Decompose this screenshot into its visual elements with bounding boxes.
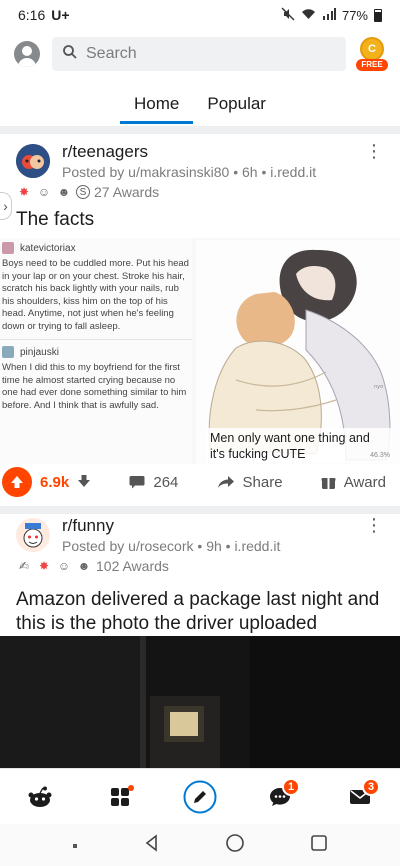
share-button[interactable]: Share (217, 474, 283, 491)
nav-communities[interactable] (98, 775, 142, 819)
upvote-arrow-icon (11, 476, 23, 488)
award-icon: ☺ (37, 185, 51, 199)
awards-count: 27 Awards (94, 184, 160, 200)
tweet-username: katevictoriax (20, 242, 76, 254)
share-label: Share (242, 473, 283, 491)
awards-row[interactable]: ✸ ☺ ☻ S 27 Awards (0, 184, 400, 200)
award-icon: ✸ (18, 185, 30, 199)
battery-icon (374, 8, 382, 22)
award-icon: ☻ (57, 185, 71, 199)
signal-icon (322, 7, 336, 23)
gift-icon (321, 477, 336, 489)
post-card[interactable]: r/teenagers Posted by u/makrasinski80 • … (0, 142, 400, 232)
carrier-icon: U+ (51, 7, 70, 23)
tweet-screenshot: katevictoriax Boys need to be cuddled mo… (0, 238, 192, 464)
grid-icon (111, 787, 129, 806)
subreddit-name[interactable]: r/funny (62, 516, 364, 536)
comment-icon (129, 475, 145, 488)
tweet-avatar (2, 242, 14, 254)
post-title[interactable]: The facts (0, 208, 400, 232)
image-caption: Men only want one thing and it's fucking… (206, 428, 392, 462)
post-title[interactable]: Amazon delivered a package last night an… (0, 588, 400, 636)
home-circle-icon[interactable] (225, 833, 245, 858)
top-bar: Search C FREE (0, 32, 400, 76)
vote-group: 6.9k (2, 467, 91, 497)
chat-badge: 1 (282, 777, 300, 796)
award-icon: S (76, 185, 90, 199)
tab-home[interactable]: Home (119, 86, 194, 124)
tweet-author: katevictoriax (0, 242, 192, 254)
subreddit-avatar[interactable] (16, 144, 50, 178)
award-label: Award (343, 473, 386, 491)
divider (0, 126, 400, 134)
upvote-button[interactable] (2, 467, 32, 497)
awards-count: 102 Awards (96, 558, 169, 574)
comments-button[interactable]: 264 (129, 474, 178, 491)
tab-popular[interactable]: Popular (207, 86, 266, 124)
clock: 6:16 (18, 7, 46, 23)
more-options-icon[interactable]: ⋮ (364, 142, 384, 160)
coin-icon: C (360, 37, 384, 61)
reddit-home-icon (28, 786, 52, 807)
award-icon: ☻ (77, 559, 91, 573)
divider (0, 506, 400, 514)
notification-dot (128, 784, 134, 791)
tweet-username: pinjauski (20, 346, 59, 358)
nav-home[interactable] (18, 775, 62, 819)
system-navigation (0, 824, 400, 866)
downvote-button[interactable] (77, 474, 91, 491)
recents-icon[interactable] (310, 834, 328, 857)
free-label: FREE (356, 59, 388, 71)
feed-tabs: Home Popular (0, 86, 400, 126)
bottom-navigation: 1 3 (0, 768, 400, 824)
award-button[interactable]: Award (321, 474, 386, 491)
award-icon: ☺ (57, 559, 71, 573)
search-icon (62, 44, 78, 65)
awards-row[interactable]: ✍ ✸ ☺ ☻ 102 Awards (0, 558, 400, 574)
tweet-author: pinjauski (0, 346, 192, 358)
subreddit-name[interactable]: r/teenagers (62, 142, 364, 162)
wifi-icon (301, 8, 316, 23)
award-icon: ✍ (18, 559, 30, 573)
tweet-avatar (2, 346, 14, 358)
vote-count: 6.9k (40, 473, 70, 491)
nav-inbox[interactable]: 3 (338, 775, 382, 819)
menu-dot-icon[interactable] (72, 836, 78, 854)
more-options-icon[interactable]: ⋮ (364, 516, 384, 534)
post-byline: Posted by u/makrasinski80 • 6h • i.redd.… (62, 164, 317, 180)
profile-avatar[interactable] (14, 41, 40, 67)
comment-count: 264 (153, 473, 179, 491)
award-icon: ✸ (38, 559, 50, 573)
search-placeholder: Search (86, 45, 137, 62)
tweet-text: Boys need to be cuddled more. Put his he… (2, 258, 189, 332)
inbox-badge: 3 (362, 777, 380, 796)
nav-chat[interactable]: 1 (258, 775, 302, 819)
divider (0, 339, 192, 340)
svg-text:nyo: nyo (374, 384, 383, 390)
mute-icon (281, 7, 295, 24)
free-coin-button[interactable]: C FREE (356, 37, 388, 71)
subreddit-avatar[interactable] (16, 518, 50, 552)
post-image[interactable] (0, 636, 400, 768)
post-action-bar: 6.9k 264 Share Award (0, 466, 400, 498)
search-input[interactable]: Search (52, 37, 346, 71)
nav-create-post[interactable] (178, 775, 222, 819)
create-post-icon (183, 780, 217, 813)
tweet-text: When I did this to my boyfriend for the … (2, 362, 187, 411)
post-card[interactable]: r/funny Posted by u/rosecork • 9h • i.re… (0, 516, 400, 636)
back-icon[interactable] (143, 833, 161, 857)
battery-percent: 77% (341, 7, 368, 23)
status-bar: 6:16 U+ 77% (0, 0, 400, 30)
share-icon (217, 476, 234, 488)
downvote-arrow-icon (78, 474, 91, 487)
post-byline: Posted by u/rosecork • 9h • i.redd.it (62, 538, 281, 554)
image-watermark: 46.3% (370, 452, 390, 459)
